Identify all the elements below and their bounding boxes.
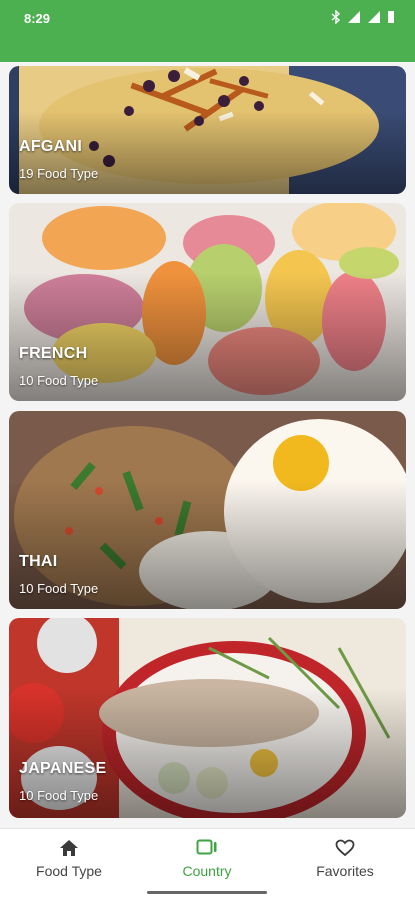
country-name: JAPANESE — [19, 760, 107, 777]
country-card-french[interactable]: FRENCH 10 Food Type — [9, 203, 406, 401]
heart-icon — [335, 839, 355, 857]
country-name: FRENCH — [19, 345, 88, 362]
food-type-count: 19 Food Type — [19, 166, 99, 181]
status-bar: 8:29 — [0, 0, 415, 62]
country-name: AFGANI — [19, 138, 83, 155]
signal-icon — [368, 11, 380, 23]
nav-label: Favorites — [316, 863, 374, 879]
country-card-afgani[interactable]: AFGANI 19 Food Type — [9, 66, 406, 194]
nav-favorites[interactable]: Favorites — [276, 829, 414, 889]
nav-label: Country — [182, 863, 232, 879]
country-name: THAI — [19, 553, 58, 570]
home-icon — [60, 840, 78, 856]
nav-country[interactable]: Country — [138, 829, 276, 889]
nav-food-type[interactable]: Food Type — [0, 829, 138, 889]
country-card-thai[interactable]: THAI 10 Food Type — [9, 411, 406, 609]
food-type-count: 10 Food Type — [19, 373, 99, 388]
country-icon — [196, 839, 217, 855]
food-type-count: 10 Food Type — [19, 581, 99, 596]
country-list[interactable]: AFGANI 19 Food Type FRENCH 10 Food Type — [0, 62, 415, 828]
nav-label: Food Type — [36, 863, 102, 879]
battery-icon — [388, 11, 394, 23]
home-indicator[interactable] — [147, 891, 267, 894]
status-icons — [331, 10, 395, 24]
bluetooth-icon — [331, 10, 341, 24]
food-type-count: 10 Food Type — [19, 788, 99, 803]
wifi-icon — [348, 11, 360, 23]
country-card-japanese[interactable]: JAPANESE 10 Food Type — [9, 618, 406, 818]
status-time: 8:29 — [24, 11, 51, 26]
